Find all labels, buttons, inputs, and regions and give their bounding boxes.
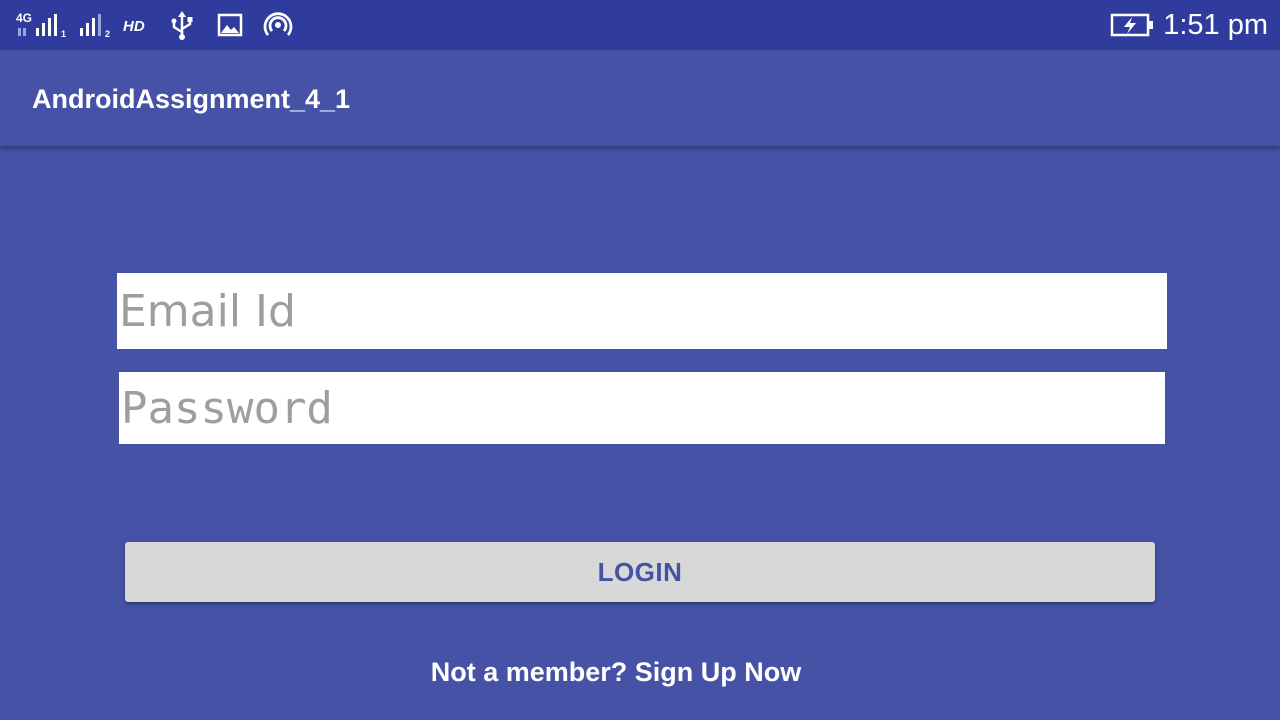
network-type-label: 4G bbox=[16, 11, 32, 25]
status-bar: 4G 1 2 HD 1:51 pm bbox=[0, 0, 1280, 50]
status-time: 1:51 pm bbox=[1163, 9, 1268, 41]
image-icon bbox=[216, 10, 244, 40]
battery-charging-icon bbox=[1110, 10, 1154, 40]
hd-label: HD bbox=[123, 18, 145, 35]
usb-icon bbox=[168, 10, 196, 40]
sim2-label: 2 bbox=[105, 29, 110, 39]
signal-sim2-icon: 2 bbox=[78, 10, 114, 40]
email-field[interactable] bbox=[117, 273, 1167, 349]
signal-sim1-icon: 4G 1 bbox=[14, 10, 70, 40]
login-form: LOGIN Not a member? Sign Up Now bbox=[0, 146, 1280, 720]
password-field[interactable] bbox=[119, 372, 1165, 444]
hotspot-icon bbox=[262, 10, 294, 40]
signup-link[interactable]: Not a member? Sign Up Now bbox=[0, 656, 1232, 688]
login-button[interactable]: LOGIN bbox=[125, 542, 1155, 602]
app-toolbar: AndroidAssignment_4_1 bbox=[0, 50, 1280, 146]
hd-icon: HD bbox=[122, 10, 148, 40]
app-title: AndroidAssignment_4_1 bbox=[32, 84, 351, 114]
sim1-label: 1 bbox=[61, 29, 66, 39]
